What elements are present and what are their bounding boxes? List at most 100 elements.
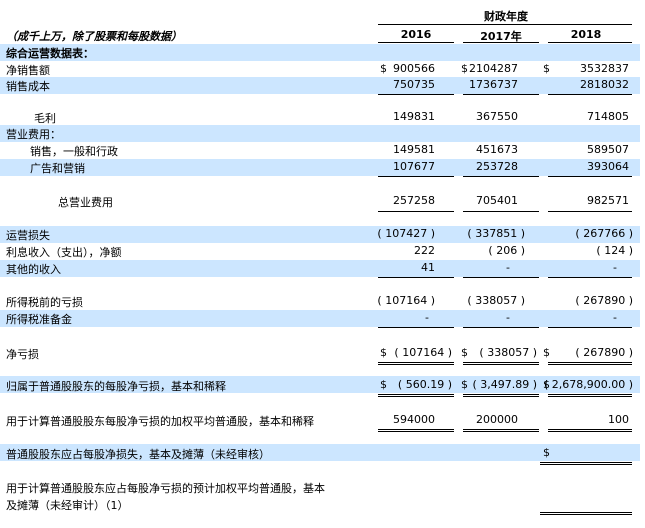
- cell-value: 107677: [393, 160, 435, 173]
- total-double-rule: [548, 362, 632, 365]
- row-label: 营业费用：: [6, 128, 61, 141]
- cell-value: 900566: [393, 62, 435, 75]
- subtotal-rule: [463, 211, 539, 212]
- row-label: 广告和营销: [30, 162, 85, 175]
- cell-value: ( 267890 ): [575, 294, 633, 307]
- subtotal-rule: [548, 327, 632, 328]
- subtotal-rule: [463, 327, 539, 328]
- cell-value: 705401: [476, 194, 518, 207]
- cell-value: ( 338057 ): [467, 294, 525, 307]
- currency-symbol: $: [380, 346, 387, 359]
- row-label-line1: 用于计算普通股股东应占每股净亏损的预计加权平均普通股，基本: [6, 482, 325, 495]
- row-band: [0, 125, 640, 142]
- row-label: 净亏损: [6, 348, 39, 361]
- cell-value: ( 107427 ): [377, 227, 435, 240]
- cell-value: ( 337851 ): [467, 227, 525, 240]
- subtotal-rule: [378, 327, 454, 328]
- row-band: [0, 77, 640, 94]
- row-label: 归属于普通股股东的每股净亏损，基本和稀释: [6, 380, 226, 393]
- row-label: 其他的收入: [6, 263, 61, 276]
- cell-value: -: [506, 261, 510, 274]
- subtotal-rule: [548, 277, 632, 278]
- cell-value: ( 107164 ): [394, 346, 452, 359]
- total-double-rule: [378, 362, 454, 365]
- subtotal-rule: [548, 211, 632, 212]
- cell-value: 41: [421, 261, 435, 274]
- cell-value: ( 124 ): [596, 244, 633, 257]
- row-label: 用于计算普通股股东每股净亏损的加权平均普通股，基本和稀释: [6, 415, 314, 428]
- section-title: 综合运营数据表：: [6, 47, 94, 60]
- total-double-rule: [378, 429, 454, 432]
- total-double-rule: [463, 362, 539, 365]
- subtotal-rule: [548, 94, 632, 95]
- cell-value: 1736737: [469, 78, 518, 91]
- cell-value: 589507: [587, 143, 629, 156]
- row-label-line2: 及摊薄（未经审计）（1）: [6, 499, 129, 512]
- row-band: [0, 226, 640, 243]
- row-label: 净销售额: [6, 64, 50, 77]
- subtotal-rule: [378, 211, 454, 212]
- subtotal-rule: [548, 176, 632, 177]
- row-band: [0, 159, 640, 176]
- cell-value: ( 107164 ): [377, 294, 435, 307]
- subtotal-rule: [378, 94, 454, 95]
- cell-value: 367550: [476, 110, 518, 123]
- row-band: [0, 310, 640, 327]
- currency-symbol: $: [461, 378, 468, 391]
- row-label: 销售成本: [6, 80, 50, 93]
- cell-value: 149581: [393, 143, 435, 156]
- row-label: 总营业费用: [58, 196, 113, 209]
- column-rule: [378, 42, 454, 43]
- column-header-2018: 2018: [570, 28, 602, 41]
- cell-value: ( 3,497.89 ): [472, 378, 537, 391]
- total-double-rule: [548, 394, 632, 397]
- cell-value: ( 267766 ): [575, 227, 633, 240]
- fiscal-year-title: 财政年度: [484, 10, 528, 23]
- cell-value: ( 2,678,900.00 ): [543, 378, 633, 391]
- total-double-rule: [540, 462, 632, 465]
- total-double-rule: [540, 512, 632, 515]
- subtotal-rule: [463, 277, 539, 278]
- column-rule: [463, 42, 539, 43]
- total-double-rule: [548, 429, 632, 432]
- cell-value: -: [613, 261, 617, 274]
- cell-value: 594000: [393, 413, 435, 426]
- cell-value: 149831: [393, 110, 435, 123]
- cell-value: 200000: [476, 413, 518, 426]
- total-double-rule: [378, 394, 454, 397]
- cell-value: 2104287: [469, 62, 518, 75]
- units-note: （成千上万，除了股票和每股数据）: [6, 30, 182, 43]
- subtotal-rule: [378, 176, 454, 177]
- subtotal-rule: [463, 176, 539, 177]
- cell-value: -: [506, 311, 510, 324]
- cell-value: 2818032: [580, 78, 629, 91]
- currency-symbol: $: [543, 346, 550, 359]
- cell-value: 100: [608, 413, 629, 426]
- header-rule: [378, 24, 632, 25]
- cell-value: 257258: [393, 194, 435, 207]
- total-double-rule: [463, 394, 539, 397]
- subtotal-rule: [378, 277, 454, 278]
- row-label: 运营损失: [6, 229, 50, 242]
- total-double-rule: [463, 429, 539, 432]
- currency-symbol: $: [543, 62, 550, 75]
- cell-value: 222: [414, 244, 435, 257]
- cell-value: ( 206 ): [488, 244, 525, 257]
- cell-value: 714805: [587, 110, 629, 123]
- row-label: 毛利: [34, 112, 56, 125]
- row-band: [0, 44, 640, 61]
- column-header-2016: 2016: [400, 28, 432, 41]
- currency-symbol: $: [461, 346, 468, 359]
- column-rule: [548, 42, 632, 43]
- cell-value: -: [613, 311, 617, 324]
- cell-value: ( 338057 ): [479, 346, 537, 359]
- currency-symbol: $: [380, 378, 387, 391]
- cell-value: 982571: [587, 194, 629, 207]
- currency-symbol: $: [380, 62, 387, 75]
- cell-value: 253728: [476, 160, 518, 173]
- cell-value: ( 267890 ): [575, 346, 633, 359]
- cell-value: 451673: [476, 143, 518, 156]
- cell-value: 3532837: [580, 62, 629, 75]
- row-label: 所得税准备金: [6, 313, 72, 326]
- row-label: 销售，一般和行政: [30, 145, 118, 158]
